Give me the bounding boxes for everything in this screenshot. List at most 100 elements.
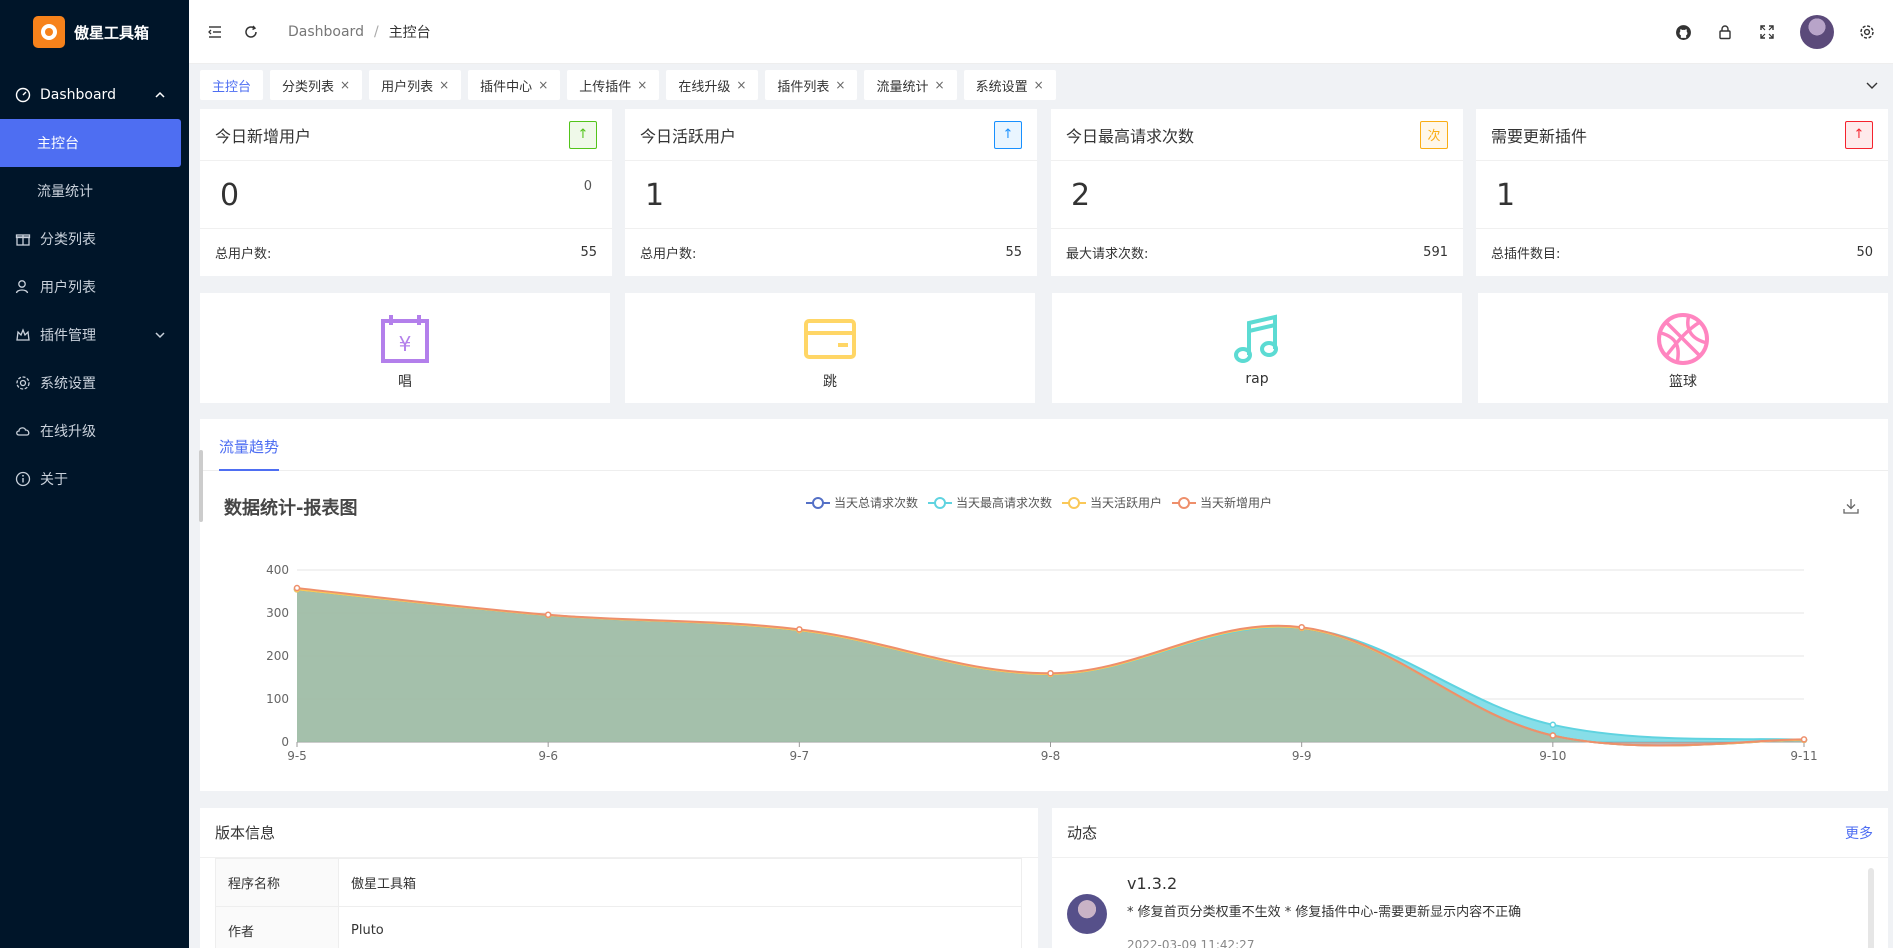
stat-value: 2 [1071, 178, 1091, 213]
close-icon[interactable]: × [935, 78, 945, 92]
list-item: v1.3.2 * 修复首页分类权重不生效 * 修复插件中心-需要更新显示内容不正… [1067, 874, 1521, 948]
breadcrumb-home[interactable]: Dashboard [288, 24, 364, 40]
sidebar-item-about[interactable]: 关于 [0, 455, 189, 503]
panel-scrollbar[interactable] [1868, 868, 1874, 948]
stat-card-footer: 最大请求次数: 591 [1051, 229, 1463, 275]
tab-item[interactable]: 插件中心 × [468, 70, 561, 100]
tab-label: 分类列表 [282, 79, 335, 95]
data-point [1549, 721, 1557, 729]
sidebar-item-categories[interactable]: 分类列表 [0, 215, 189, 263]
sidebar-item-label: 关于 [40, 472, 68, 488]
stat-card-footer: 总插件数目: 50 [1476, 229, 1888, 275]
quick-card[interactable]: rap [1052, 293, 1462, 403]
table-row: 作者 Pluto [215, 906, 1022, 948]
svg-text:¥: ¥ [399, 332, 412, 356]
content-scrollbar[interactable] [199, 450, 203, 522]
tab-label: 系统设置 [975, 79, 1028, 95]
sidebar-item-label: Dashboard [40, 87, 116, 103]
close-icon[interactable]: × [538, 78, 548, 92]
legend-item[interactable]: 当天新增用户 [1172, 494, 1272, 511]
legend-label: 当天新增用户 [1200, 496, 1273, 510]
tab-item[interactable]: 在线升级 × [666, 70, 759, 100]
lock-icon[interactable] [1716, 23, 1734, 41]
legend-label: 当天总请求次数 [834, 496, 919, 510]
close-icon[interactable]: × [835, 78, 845, 92]
quick-card-label: 跳 [823, 374, 837, 390]
breadcrumb: Dashboard / 主控台 [288, 22, 431, 42]
close-icon[interactable]: × [637, 78, 647, 92]
close-icon[interactable]: × [1034, 78, 1044, 92]
sidebar-item-settings[interactable]: 系统设置 [0, 359, 189, 407]
quick-card-label: 篮球 [1669, 374, 1697, 390]
stat-card-footer: 总用户数: 55 [625, 229, 1037, 275]
version-table: 程序名称 傲星工具箱 作者 Pluto [215, 858, 1022, 948]
tab-item[interactable]: 系统设置 × [963, 70, 1056, 100]
tab-item[interactable]: 插件列表 × [765, 70, 858, 100]
y-tick-label: 100 [266, 692, 289, 706]
fullscreen-icon[interactable] [1758, 23, 1776, 41]
activity-time: 2022-03-09 11:42:27 [1127, 938, 1255, 948]
logo[interactable]: 傲星工具箱 [0, 0, 189, 64]
tab-traffic-trend[interactable]: 流量趋势 [219, 436, 280, 471]
collapse-menu-icon[interactable] [206, 23, 224, 41]
tab-label: 上传插件 [579, 79, 632, 95]
activity-description: * 修复首页分类权重不生效 * 修复插件中心-需要更新显示内容不正确 [1127, 905, 1522, 920]
quick-card-label: rap [1245, 371, 1269, 387]
sidebar-item-console[interactable]: 主控台 [0, 119, 181, 167]
chevron-down-icon [155, 332, 165, 339]
tab-label: 插件中心 [480, 79, 533, 95]
close-icon[interactable]: × [439, 78, 449, 92]
stat-title: 今日最高请求次数 [1066, 126, 1195, 146]
activity-panel: 动态 更多 v1.3.2 * 修复首页分类权重不生效 * 修复插件中心-需要更新… [1052, 808, 1888, 948]
sidebar: 傲星工具箱 Dashboard 主控台 流量统计 分类列表 用户列表 插件管理 … [0, 0, 189, 948]
sidebar-item-plugins[interactable]: 插件管理 [0, 311, 189, 359]
tab-item[interactable]: 用户列表 × [369, 70, 462, 100]
close-icon[interactable]: × [736, 78, 746, 92]
more-link[interactable]: 更多 [1845, 823, 1873, 843]
quick-card[interactable]: ¥ 唱 [200, 293, 610, 403]
tab-item[interactable]: 上传插件 × [567, 70, 660, 100]
refresh-icon[interactable] [242, 23, 260, 41]
download-icon[interactable] [1842, 497, 1860, 515]
sidebar-item-label: 在线升级 [40, 424, 96, 440]
sidebar-item-upgrade[interactable]: 在线升级 [0, 407, 189, 455]
settings-gear-icon[interactable] [1858, 23, 1876, 41]
tab-item[interactable]: 分类列表 × [270, 70, 363, 100]
quick-card[interactable]: 篮球 [1478, 293, 1888, 403]
stat-badge: ↑ [569, 120, 597, 149]
stat-value: 0 [220, 178, 240, 213]
stat-card: 今日活跃用户 ↑ 1 总用户数: 55 [625, 109, 1037, 276]
close-icon[interactable]: × [340, 78, 350, 92]
user-avatar[interactable] [1800, 15, 1834, 49]
legend-item[interactable]: 当天最高请求次数 [928, 494, 1052, 511]
sidebar-item-traffic[interactable]: 流量统计 [0, 167, 189, 215]
plugin-icon [14, 326, 32, 344]
chevron-down-icon[interactable] [1865, 78, 1879, 92]
activity-version: v1.3.2 [1127, 874, 1178, 893]
data-point [1298, 623, 1305, 631]
tab-item[interactable]: 主控台 [200, 70, 264, 100]
tab-label: 流量统计 [876, 79, 929, 95]
data-point [1549, 732, 1557, 739]
stat-card-body: 2 [1051, 161, 1463, 229]
sidebar-item-dashboard[interactable]: Dashboard [0, 71, 189, 119]
stat-footer-value: 50 [1856, 244, 1873, 260]
stat-badge: ↑ [994, 120, 1022, 149]
sidebar-item-label: 分类列表 [40, 232, 96, 248]
quick-card[interactable]: 跳 [625, 293, 1035, 403]
legend-item[interactable]: 当天活跃用户 [1062, 494, 1162, 511]
version-info-panel: 版本信息 程序名称 傲星工具箱 作者 Pluto [200, 808, 1038, 948]
calendar-yen-icon: ¥ [381, 315, 429, 363]
panel-title: 版本信息 [215, 824, 276, 842]
github-icon[interactable] [1674, 23, 1692, 41]
stat-footer-value: 591 [1423, 244, 1448, 260]
music-icon [1234, 314, 1278, 363]
legend-item[interactable]: 当天总请求次数 [806, 494, 918, 511]
gift-icon [14, 230, 32, 248]
tab-item[interactable]: 流量统计 × [864, 70, 957, 100]
dashboard-icon [14, 86, 32, 104]
card-icon [804, 319, 856, 359]
y-tick-label: 400 [266, 563, 289, 577]
y-tick-label: 200 [266, 649, 289, 663]
sidebar-item-users[interactable]: 用户列表 [0, 263, 189, 311]
